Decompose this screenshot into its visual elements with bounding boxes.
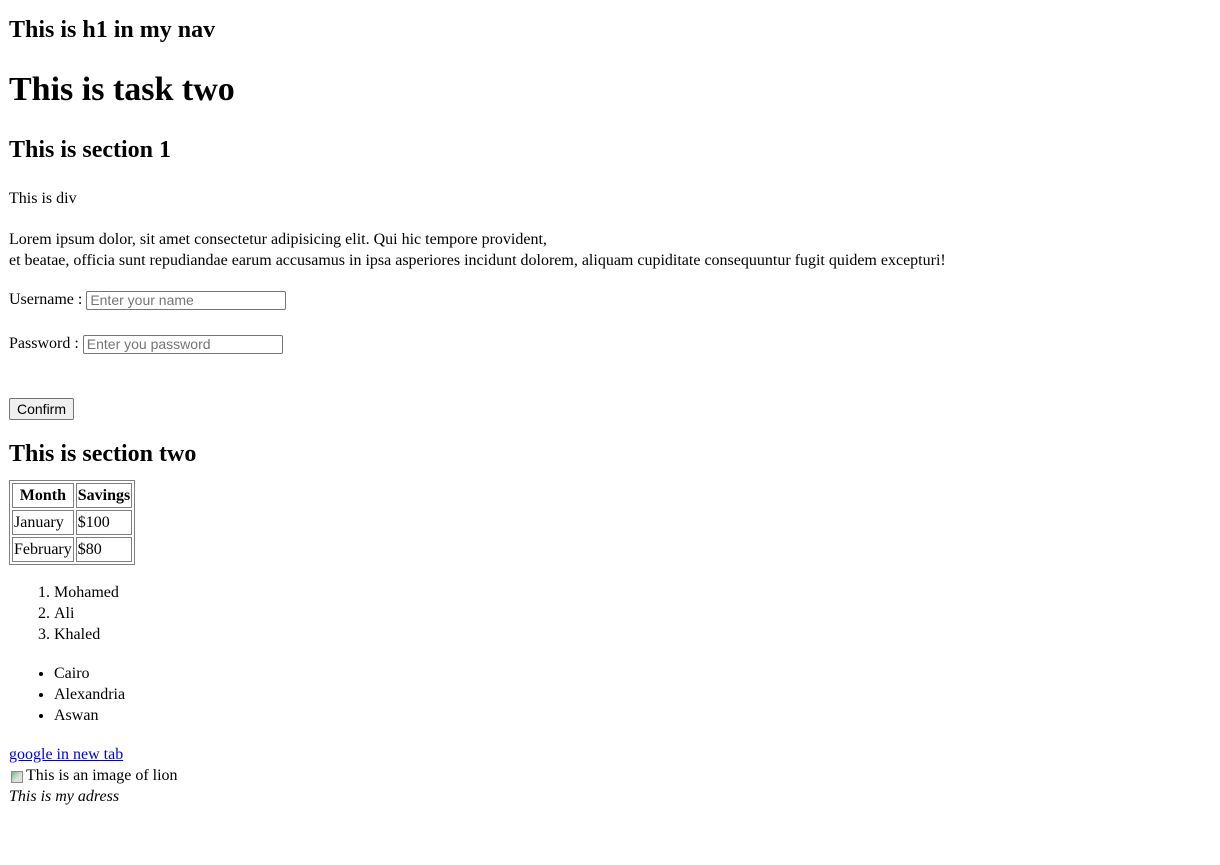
table-cell-savings: $80	[75, 537, 133, 562]
password-input[interactable]	[82, 334, 283, 354]
table-row: February $80	[12, 537, 133, 562]
table-header-savings: Savings	[75, 483, 133, 508]
page-title: This is task two	[9, 71, 235, 108]
username-label: Username :	[9, 291, 83, 308]
list-item: Cairo	[54, 663, 1211, 684]
login-form: Username : Password : Confirm	[9, 271, 1211, 420]
names-list: Mohamed Ali Khaled	[9, 565, 1211, 645]
lorem-line-2: et beatae, officia sunt repudiandae earu…	[9, 252, 946, 269]
lion-image: This is an image of lion	[9, 765, 1211, 786]
broken-image-icon	[9, 768, 25, 784]
list-item: Ali	[54, 603, 1211, 624]
table-row: January $100	[12, 510, 133, 535]
div-text: This is div	[9, 190, 77, 207]
cities-list: Cairo Alexandria Aswan	[9, 645, 1211, 726]
lion-image-alt-text: This is an image of lion	[26, 767, 178, 784]
username-row: Username :	[9, 271, 1211, 311]
table-header-month: Month	[12, 483, 74, 508]
google-link[interactable]: google in new tab	[9, 744, 123, 765]
section-2-title: This is section two	[9, 441, 197, 467]
section-1-title: This is section 1	[9, 137, 172, 163]
nav-heading: This is h1 in my nav	[9, 17, 216, 43]
list-item: Khaled	[54, 624, 1211, 645]
list-item: Alexandria	[54, 684, 1211, 705]
table-cell-month: February	[12, 537, 74, 562]
password-label: Password :	[9, 335, 79, 352]
page: This is h1 in my nav This is task two Th…	[0, 0, 1220, 807]
password-row: Password :	[9, 311, 1211, 355]
top-nav: This is h1 in my nav	[9, 0, 1211, 45]
table-cell-month: January	[12, 510, 74, 535]
section-2: This is section two Month Savings Januar…	[9, 420, 1211, 726]
confirm-button[interactable]: Confirm	[9, 398, 75, 420]
lorem-paragraph: Lorem ipsum dolor, sit amet consectetur …	[9, 209, 1211, 271]
table-header-row: Month Savings	[12, 483, 133, 508]
address: This is my adress	[9, 788, 120, 805]
list-item: Aswan	[54, 705, 1211, 726]
savings-table: Month Savings January $100 February $80	[9, 480, 136, 565]
section-1: This is section 1 This is div Lorem ipsu…	[9, 110, 1211, 420]
lorem-line-1: Lorem ipsum dolor, sit amet consectetur …	[9, 231, 547, 248]
table-cell-savings: $100	[75, 510, 133, 535]
page-footer: google in new tab This is an image of li…	[9, 726, 1211, 807]
username-input[interactable]	[86, 290, 287, 310]
list-item: Mohamed	[54, 582, 1211, 603]
